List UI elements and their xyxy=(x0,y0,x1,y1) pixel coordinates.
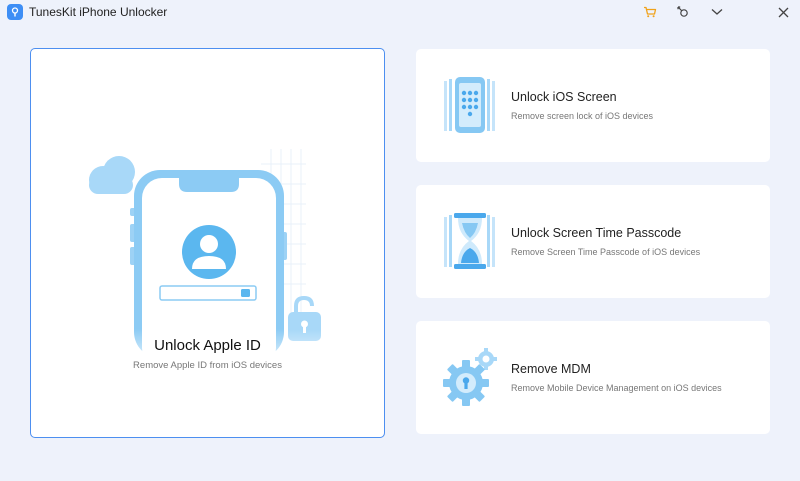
gear-lock-icon xyxy=(443,348,497,406)
menu-chevron-icon[interactable] xyxy=(708,4,726,20)
feature-title: Unlock Screen Time Passcode xyxy=(511,226,682,240)
register-key-icon[interactable] xyxy=(674,4,692,20)
feature-description: Remove Screen Time Passcode of iOS devic… xyxy=(511,247,701,257)
feature-title: Unlock iOS Screen xyxy=(511,90,617,104)
hourglass-icon xyxy=(444,213,495,269)
cart-icon[interactable] xyxy=(641,4,659,20)
cloud-icon xyxy=(89,156,135,194)
close-icon[interactable] xyxy=(774,4,792,20)
unlock-screen-time-passcode-card[interactable]: Unlock Screen Time Passcode Remove Scree… xyxy=(416,185,770,298)
title-bar: TunesKit iPhone Unlocker xyxy=(0,0,800,24)
app-title: TunesKit iPhone Unlocker xyxy=(29,5,168,19)
feature-description: Remove screen lock of iOS devices xyxy=(511,111,654,121)
unlock-apple-id-card[interactable]: Unlock Apple ID Remove Apple ID from iOS… xyxy=(30,48,385,438)
phone-apple-id-illustration xyxy=(89,149,321,374)
phone-keypad-icon xyxy=(444,77,495,133)
feature-description: Remove Mobile Device Management on iOS d… xyxy=(511,383,722,393)
app-logo-icon xyxy=(7,4,23,20)
main-card-description: Remove Apple ID from iOS devices xyxy=(133,360,282,371)
unlock-ios-screen-card[interactable]: Unlock iOS Screen Remove screen lock of … xyxy=(416,49,770,162)
user-avatar-icon xyxy=(182,225,236,279)
feature-title: Remove MDM xyxy=(511,362,591,376)
remove-mdm-card[interactable]: Remove MDM Remove Mobile Device Manageme… xyxy=(416,321,770,434)
main-card-title: Unlock Apple ID xyxy=(154,337,261,354)
